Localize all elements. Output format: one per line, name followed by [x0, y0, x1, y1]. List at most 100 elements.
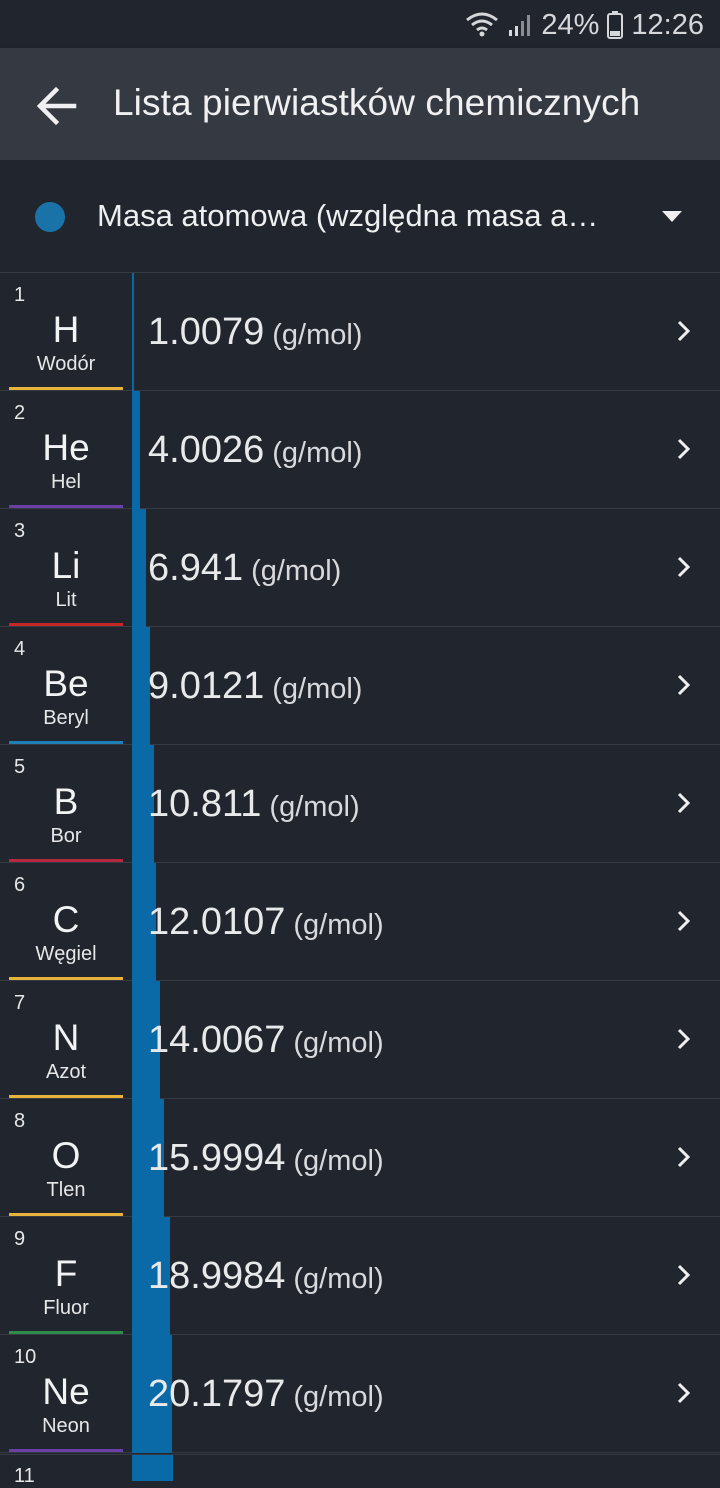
atomic-mass-value: 15.9994 (g/mol) — [148, 1137, 384, 1180]
mass-unit: (g/mol) — [272, 319, 363, 351]
category-underline — [9, 1331, 123, 1334]
atomic-mass-value: 6.941 (g/mol) — [148, 547, 341, 590]
element-tile: 8 O Tlen — [0, 1099, 132, 1216]
atomic-mass-value: 14.0067 (g/mol) — [148, 1019, 384, 1062]
signal-icon — [507, 12, 533, 38]
mass-unit: (g/mol) — [269, 791, 360, 823]
mass-unit: (g/mol) — [293, 909, 384, 941]
atomic-mass-value: 12.0107 (g/mol) — [148, 901, 384, 944]
element-name: Węgiel — [35, 943, 97, 965]
element-name: Tlen — [46, 1179, 86, 1201]
atomic-number: 5 — [14, 756, 26, 778]
wifi-icon — [465, 12, 499, 38]
atomic-number: 7 — [14, 992, 26, 1014]
mass-number: 14.0067 — [148, 1019, 286, 1061]
mass-number: 6.941 — [148, 547, 244, 589]
atomic-number: 9 — [14, 1228, 26, 1250]
atomic-number: 2 — [14, 402, 26, 424]
element-row[interactable]: 6 C Węgiel 12.0107 (g/mol) — [0, 863, 720, 981]
category-underline — [9, 977, 123, 980]
chevron-right-icon — [677, 320, 691, 342]
atomic-number: 3 — [14, 520, 26, 542]
chevron-right-icon — [677, 1264, 691, 1286]
element-symbol: N — [52, 1017, 80, 1058]
list-item-partial[interactable]: 11 — [0, 1454, 720, 1487]
atomic-number: 10 — [14, 1346, 37, 1368]
element-tile: 7 N Azot — [0, 981, 132, 1098]
element-row[interactable]: 4 Be Beryl 9.0121 (g/mol) — [0, 627, 720, 745]
mass-unit: (g/mol) — [272, 437, 363, 469]
value-bar — [132, 509, 146, 627]
mass-unit: (g/mol) — [293, 1381, 384, 1413]
category-underline — [9, 623, 123, 626]
atomic-number: 4 — [14, 638, 26, 660]
element-symbol: O — [51, 1135, 81, 1176]
atomic-number: 1 — [14, 284, 26, 306]
mass-number: 1.0079 — [148, 311, 265, 353]
element-row[interactable]: 7 N Azot 14.0067 (g/mol) — [0, 981, 720, 1099]
value-bar — [132, 273, 134, 391]
chevron-right-icon — [677, 1028, 691, 1050]
element-symbol: H — [52, 309, 80, 350]
element-name: Azot — [45, 1061, 87, 1083]
property-color-dot — [35, 202, 65, 232]
atomic-mass-value: 20.1797 (g/mol) — [148, 1373, 384, 1416]
category-underline — [9, 859, 123, 862]
chevron-right-icon — [677, 556, 691, 578]
element-row[interactable]: 9 F Fluor 18.9984 (g/mol) — [0, 1217, 720, 1335]
element-symbol: F — [54, 1253, 78, 1294]
property-dropdown-label: Masa atomowa (względna masa a… — [97, 198, 599, 233]
chevron-right-icon — [677, 792, 691, 814]
property-dropdown[interactable]: Masa atomowa (względna masa a… — [0, 160, 720, 272]
element-symbol: B — [53, 781, 79, 822]
element-name: Hel — [50, 471, 81, 493]
atomic-mass-value: 18.9984 (g/mol) — [148, 1255, 384, 1298]
status-bar: 24% 12:26 — [0, 0, 720, 48]
element-row[interactable]: 10 Ne Neon 20.1797 (g/mol) — [0, 1335, 720, 1453]
element-name: Lit — [55, 589, 77, 611]
mass-number: 12.0107 — [148, 901, 286, 943]
category-underline — [9, 387, 123, 390]
atomic-number: 11 — [14, 1465, 35, 1487]
page-title: Lista pierwiastków chemicznych — [113, 82, 641, 123]
mass-number: 10.811 — [148, 783, 262, 825]
atomic-number: 6 — [14, 874, 26, 896]
element-row[interactable]: 3 Li Lit 6.941 (g/mol) — [0, 509, 720, 627]
battery-icon — [607, 11, 624, 39]
category-underline — [9, 741, 123, 744]
atomic-mass-value: 4.0026 (g/mol) — [148, 429, 362, 472]
dropdown-caret-icon — [662, 211, 682, 222]
element-symbol: C — [52, 899, 80, 940]
element-tile: 2 He Hel — [0, 391, 132, 508]
element-row[interactable]: 2 He Hel 4.0026 (g/mol) — [0, 391, 720, 509]
atomic-mass-value: 9.0121 (g/mol) — [148, 665, 362, 708]
element-tile: 6 C Węgiel — [0, 863, 132, 980]
mass-unit: (g/mol) — [272, 673, 363, 705]
element-name: Neon — [42, 1415, 90, 1437]
element-row[interactable]: 1 H Wodór 1.0079 (g/mol) — [0, 273, 720, 391]
mass-unit: (g/mol) — [293, 1027, 384, 1059]
element-row[interactable]: 8 O Tlen 15.9994 (g/mol) — [0, 1099, 720, 1217]
mass-unit: (g/mol) — [293, 1263, 384, 1295]
atomic-mass-value: 10.811 (g/mol) — [148, 783, 360, 826]
element-tile: 1 H Wodór — [0, 273, 132, 390]
element-name: Bor — [50, 825, 82, 847]
clock: 12:26 — [631, 8, 704, 41]
mass-number: 4.0026 — [148, 429, 265, 471]
element-tile: 9 F Fluor — [0, 1217, 132, 1334]
element-tile: 4 Be Beryl — [0, 627, 132, 744]
atomic-number: 8 — [14, 1110, 26, 1132]
back-arrow-icon[interactable] — [30, 80, 82, 132]
element-symbol: He — [42, 427, 90, 468]
element-name: Wodór — [36, 353, 96, 375]
chevron-right-icon — [677, 438, 691, 460]
element-row[interactable]: 5 B Bor 10.811 (g/mol) — [0, 745, 720, 863]
atomic-mass-value: 1.0079 (g/mol) — [148, 311, 362, 354]
element-symbol: Ne — [42, 1371, 90, 1412]
mass-number: 15.9994 — [148, 1137, 286, 1179]
chevron-right-icon — [677, 1382, 691, 1404]
element-tile: 5 B Bor — [0, 745, 132, 862]
element-name: Fluor — [43, 1297, 89, 1319]
chevron-right-icon — [677, 910, 691, 932]
chevron-right-icon — [677, 674, 691, 696]
